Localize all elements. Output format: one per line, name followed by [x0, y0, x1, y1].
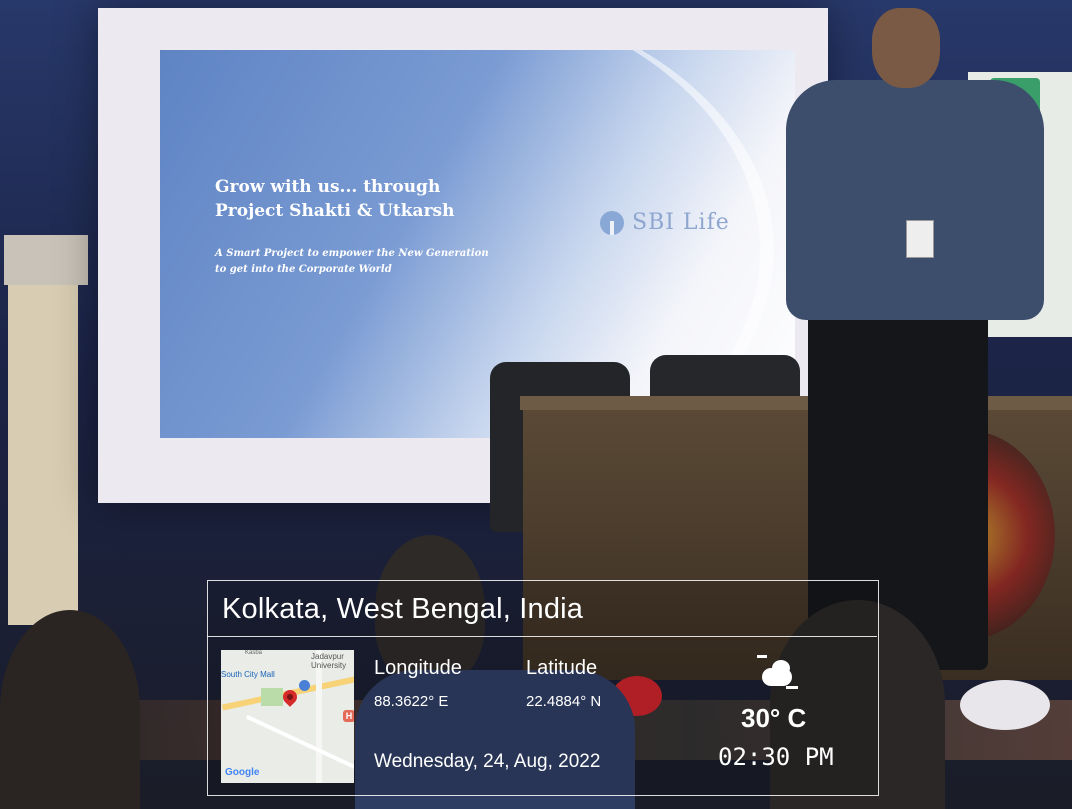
photo-scene: Grow with us... through Project Shakti &… — [0, 0, 1072, 809]
latitude-value: 22.4884° N — [526, 693, 602, 710]
slide-subtitle-line1: A Smart Project to empower the New Gener… — [215, 248, 489, 259]
slide-title-line1: Grow with us... through — [215, 177, 441, 197]
map-label-university-line1: Jadavpur — [311, 652, 344, 661]
audience-head-left — [0, 610, 140, 809]
google-attribution: Google — [225, 767, 260, 778]
poi-marker-icon — [299, 680, 310, 691]
time-text: 02:30 PM — [718, 743, 834, 771]
latitude-label: Latitude — [526, 657, 598, 679]
map-label-top: Kasba — [245, 650, 263, 656]
longitude-label: Longitude — [374, 657, 462, 679]
weather-icon-part — [757, 655, 767, 658]
temperature: 30° C — [741, 703, 807, 733]
logo-text: SBI Life — [632, 210, 730, 235]
slide-subtitle-line2: to get into the Corporate World — [215, 264, 392, 275]
slide-title: Grow with us... through Project Shakti &… — [215, 175, 545, 223]
map-label-university: Jadavpur University — [311, 652, 346, 670]
wall-panel — [8, 285, 78, 625]
hospital-marker-icon: H — [343, 710, 354, 722]
location-title: Kolkata, West Bengal, India — [222, 593, 584, 625]
speaker-shirt — [786, 80, 1044, 320]
longitude-value: 88.3622° E — [374, 693, 449, 710]
id-badge — [906, 220, 934, 258]
speaker-head — [872, 8, 940, 88]
partly-cloudy-icon — [762, 668, 792, 686]
sbi-logo-icon — [600, 210, 624, 235]
sbi-life-logo: SBI Life — [600, 210, 730, 235]
podium-top — [520, 396, 1072, 410]
map-thumbnail[interactable]: Kasba South City Mall Jadavpur Universit… — [221, 650, 354, 783]
map-road — [245, 714, 354, 770]
map-label-university-line2: University — [311, 661, 347, 670]
slide-title-line2: Project Shakti & Utkarsh — [215, 201, 455, 221]
slide-subtitle: A Smart Project to empower the New Gener… — [215, 246, 555, 278]
date-text: Wednesday, 24, Aug, 2022 — [374, 751, 601, 772]
overlay-divider — [207, 636, 877, 637]
map-park — [261, 688, 283, 706]
balcony-rail — [4, 235, 88, 285]
map-label-mall: South City Mall — [221, 670, 275, 679]
white-flowers — [960, 680, 1050, 730]
weather-icon-part — [786, 686, 798, 689]
